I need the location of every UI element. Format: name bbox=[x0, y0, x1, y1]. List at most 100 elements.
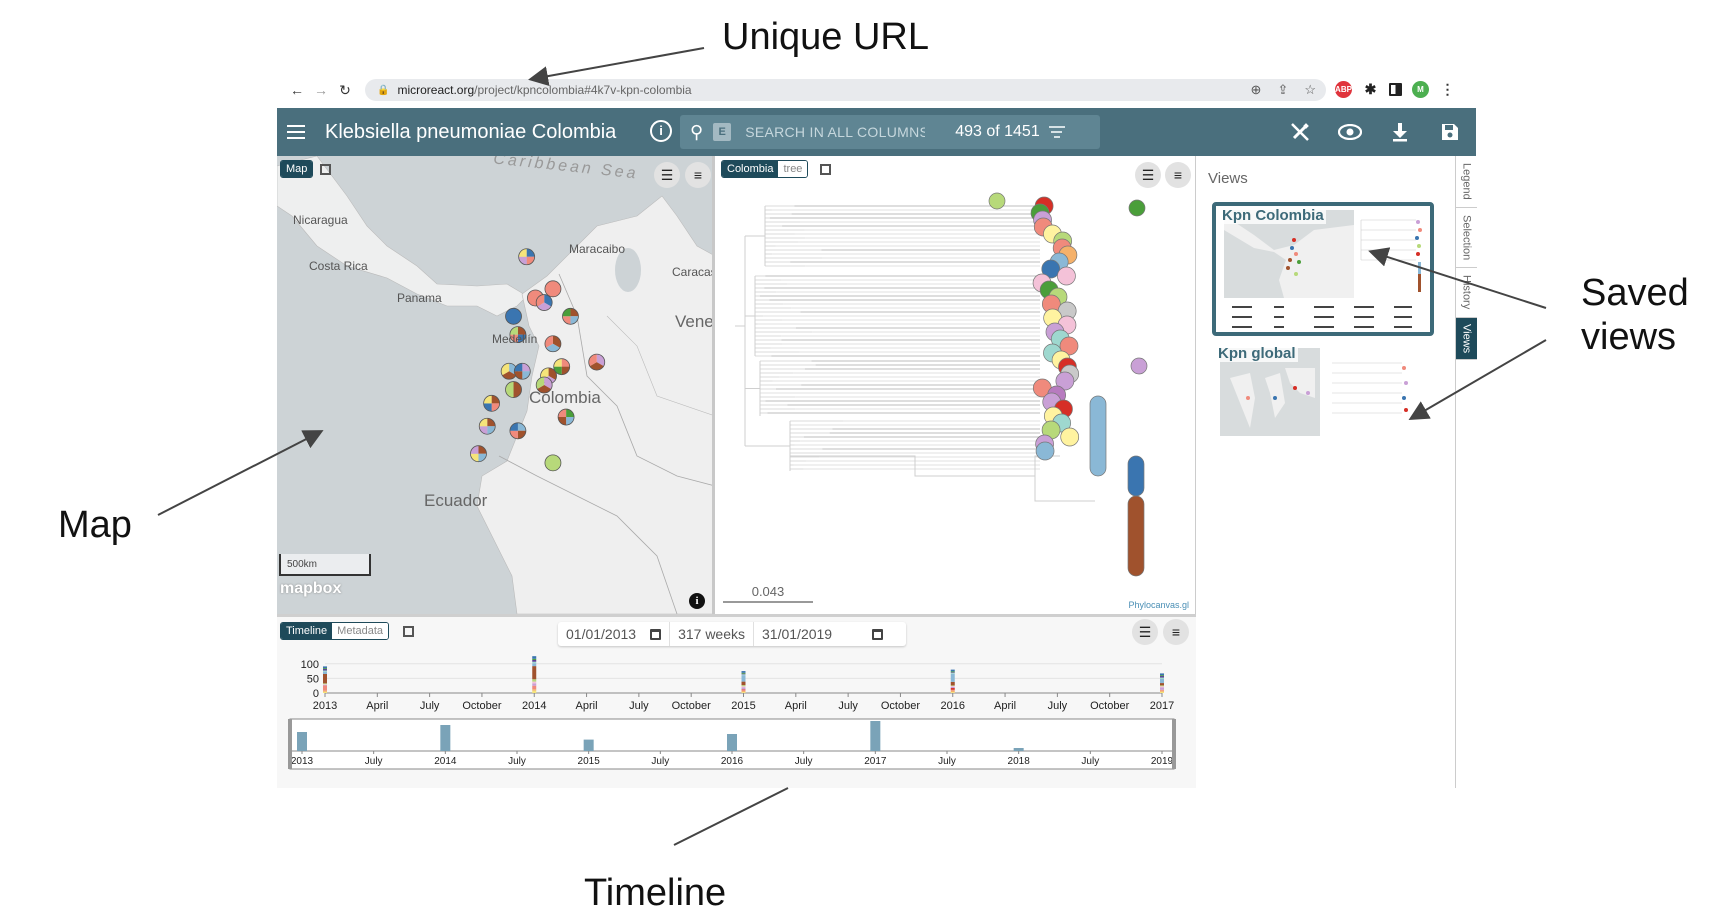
filter-icon[interactable] bbox=[1048, 123, 1066, 141]
map-pie-marker[interactable] bbox=[544, 335, 562, 353]
stacked-bar-segment bbox=[532, 658, 537, 660]
stacked-bar-segment bbox=[741, 671, 746, 673]
map-pie-marker[interactable] bbox=[513, 362, 531, 380]
calendar-icon[interactable] bbox=[650, 628, 662, 640]
exact-match-badge[interactable]: E bbox=[713, 123, 732, 141]
overview-x-tick-label: 2017 bbox=[864, 756, 887, 767]
tree-branch bbox=[790, 455, 1095, 502]
share-icon[interactable]: ⇪ bbox=[1277, 82, 1288, 98]
tab-timeline[interactable]: Timeline bbox=[281, 623, 333, 639]
duration-field[interactable]: 317 weeks bbox=[670, 622, 755, 646]
x-tick-label: July bbox=[629, 700, 649, 712]
tab-colombia[interactable]: Colombia bbox=[722, 161, 779, 177]
overview-bar bbox=[727, 734, 737, 751]
map-pie-marker[interactable] bbox=[505, 381, 522, 398]
map-attribution-info-icon[interactable]: i bbox=[689, 593, 705, 609]
tree-controls-button[interactable]: ☰ bbox=[1135, 162, 1161, 188]
url-host: microreact.org bbox=[397, 83, 475, 97]
save-icon[interactable] bbox=[1438, 120, 1462, 144]
map-label-venezuela: Vene bbox=[675, 312, 714, 331]
map-controls-button[interactable]: ☰ bbox=[654, 162, 680, 188]
stacked-bar-segment bbox=[1160, 677, 1164, 679]
tree-canvas[interactable] bbox=[715, 156, 1196, 614]
hamburger-menu-icon[interactable] bbox=[287, 121, 305, 143]
tree-tab-group: Colombia tree bbox=[721, 160, 809, 178]
forward-icon[interactable]: → bbox=[309, 82, 333, 98]
start-date-field[interactable]: 01/01/2013 bbox=[558, 622, 671, 646]
tab-metadata[interactable]: Metadata bbox=[332, 623, 389, 639]
y-tick-label: 50 bbox=[307, 673, 319, 685]
map-pie-marker[interactable] bbox=[470, 445, 487, 463]
map-pie-marker[interactable] bbox=[557, 408, 575, 426]
zoom-icon[interactable]: ⊕ bbox=[1251, 82, 1262, 98]
bookmark-star-icon[interactable]: ☆ bbox=[1304, 82, 1316, 98]
search-input[interactable] bbox=[745, 124, 926, 140]
map-pie-marker[interactable] bbox=[544, 454, 562, 472]
stacked-bar-segment bbox=[323, 685, 327, 691]
x-tick-label: October bbox=[462, 700, 501, 712]
expand-map-icon[interactable] bbox=[320, 164, 331, 175]
timeline-controls-button[interactable]: ☰ bbox=[1132, 619, 1158, 645]
more-menu-icon[interactable]: ⋮ bbox=[1439, 81, 1456, 98]
map-pie-marker[interactable] bbox=[553, 358, 571, 376]
map-pie-marker[interactable] bbox=[544, 280, 562, 298]
map-pie-marker[interactable] bbox=[518, 248, 536, 266]
stacked-bar-segment bbox=[323, 666, 327, 669]
overview-bar bbox=[1013, 748, 1024, 751]
stacked-bar-segment bbox=[950, 685, 955, 687]
map-pie-marker[interactable] bbox=[588, 353, 606, 371]
download-icon[interactable] bbox=[1388, 120, 1412, 144]
expand-timeline-icon[interactable] bbox=[403, 626, 414, 637]
timeline-chart[interactable]: 0 50 100 2013 April July October 2014 April July O… bbox=[277, 647, 1196, 787]
map-pie-marker[interactable] bbox=[562, 307, 579, 325]
stacked-bar-segment bbox=[532, 679, 537, 682]
map-panel[interactable]: Map ☰ ≡ Caribbean Sea Nicaragua Costa Ri… bbox=[277, 156, 715, 614]
timeline-panel[interactable]: Timeline Metadata 01/01/2013 317 weeks 3… bbox=[277, 614, 1196, 788]
tab-map[interactable]: Map bbox=[281, 161, 313, 177]
side-tab-history[interactable]: History bbox=[1456, 268, 1477, 318]
saved-view-kpn-colombia[interactable]: Kpn Colombia bbox=[1212, 202, 1434, 336]
info-icon[interactable]: i bbox=[650, 120, 672, 142]
side-tab-views[interactable]: Views bbox=[1456, 318, 1477, 360]
map-pie-marker[interactable] bbox=[509, 422, 527, 440]
stacked-bar-segment bbox=[532, 659, 537, 662]
back-icon[interactable]: ← bbox=[285, 82, 309, 98]
map-pie-marker[interactable] bbox=[505, 307, 522, 325]
tree-leaf-node bbox=[1060, 427, 1080, 447]
expand-tree-icon[interactable] bbox=[820, 164, 831, 175]
brush-handle-left[interactable] bbox=[288, 719, 292, 769]
extensions-puzzle-icon[interactable]: ✱ bbox=[1362, 81, 1379, 98]
reload-icon[interactable]: ↻ bbox=[333, 82, 357, 99]
calendar-icon[interactable] bbox=[872, 628, 884, 640]
tree-panel[interactable]: Colombia tree ☰ ≡ 0.043 Phylocanvas.gl bbox=[715, 156, 1196, 614]
adblock-extension-icon[interactable]: ABP bbox=[1335, 81, 1352, 98]
map-pie-marker[interactable] bbox=[483, 394, 501, 412]
edit-off-icon[interactable] bbox=[1288, 120, 1312, 144]
brush-handle-right[interactable] bbox=[1172, 719, 1176, 769]
tab-tree[interactable]: tree bbox=[778, 161, 808, 177]
x-tick-label: 2017 bbox=[1150, 700, 1174, 712]
map-pie-marker[interactable] bbox=[535, 294, 553, 311]
map-label-panama: Panama bbox=[397, 291, 442, 305]
map-label-ecuador: Ecuador bbox=[424, 491, 488, 510]
overview-x-tick-label: 2014 bbox=[434, 756, 457, 767]
saved-view-kpn-global[interactable]: Kpn global bbox=[1212, 344, 1434, 478]
timeline-menu-button[interactable]: ≡ bbox=[1163, 619, 1189, 645]
search-icon[interactable]: ⚲ bbox=[690, 122, 703, 143]
map-menu-button[interactable]: ≡ bbox=[685, 162, 711, 188]
browser-toolbar: ← → ↻ 🔒 microreact.org/project/kpncolomb… bbox=[277, 74, 1476, 106]
profile-avatar[interactable]: M bbox=[1412, 81, 1429, 98]
tree-menu-button[interactable]: ≡ bbox=[1165, 162, 1191, 188]
side-tab-legend[interactable]: Legend bbox=[1456, 156, 1477, 208]
side-panel-icon[interactable] bbox=[1389, 83, 1402, 96]
stacked-bar-segment bbox=[950, 689, 955, 691]
end-date-field[interactable]: 31/01/2019 bbox=[754, 622, 891, 646]
url-bar[interactable]: 🔒 microreact.org/project/kpncolombia#4k7… bbox=[365, 79, 1326, 101]
mapbox-logo[interactable]: mapbox bbox=[280, 580, 341, 598]
eye-icon[interactable] bbox=[1338, 120, 1362, 144]
overview-x-tick-label: 2015 bbox=[578, 756, 601, 767]
x-tick-label: April bbox=[785, 700, 807, 712]
stacked-bar-segment bbox=[950, 692, 955, 693]
side-tab-selection[interactable]: Selection bbox=[1456, 208, 1477, 268]
map-pie-marker[interactable] bbox=[478, 417, 496, 435]
